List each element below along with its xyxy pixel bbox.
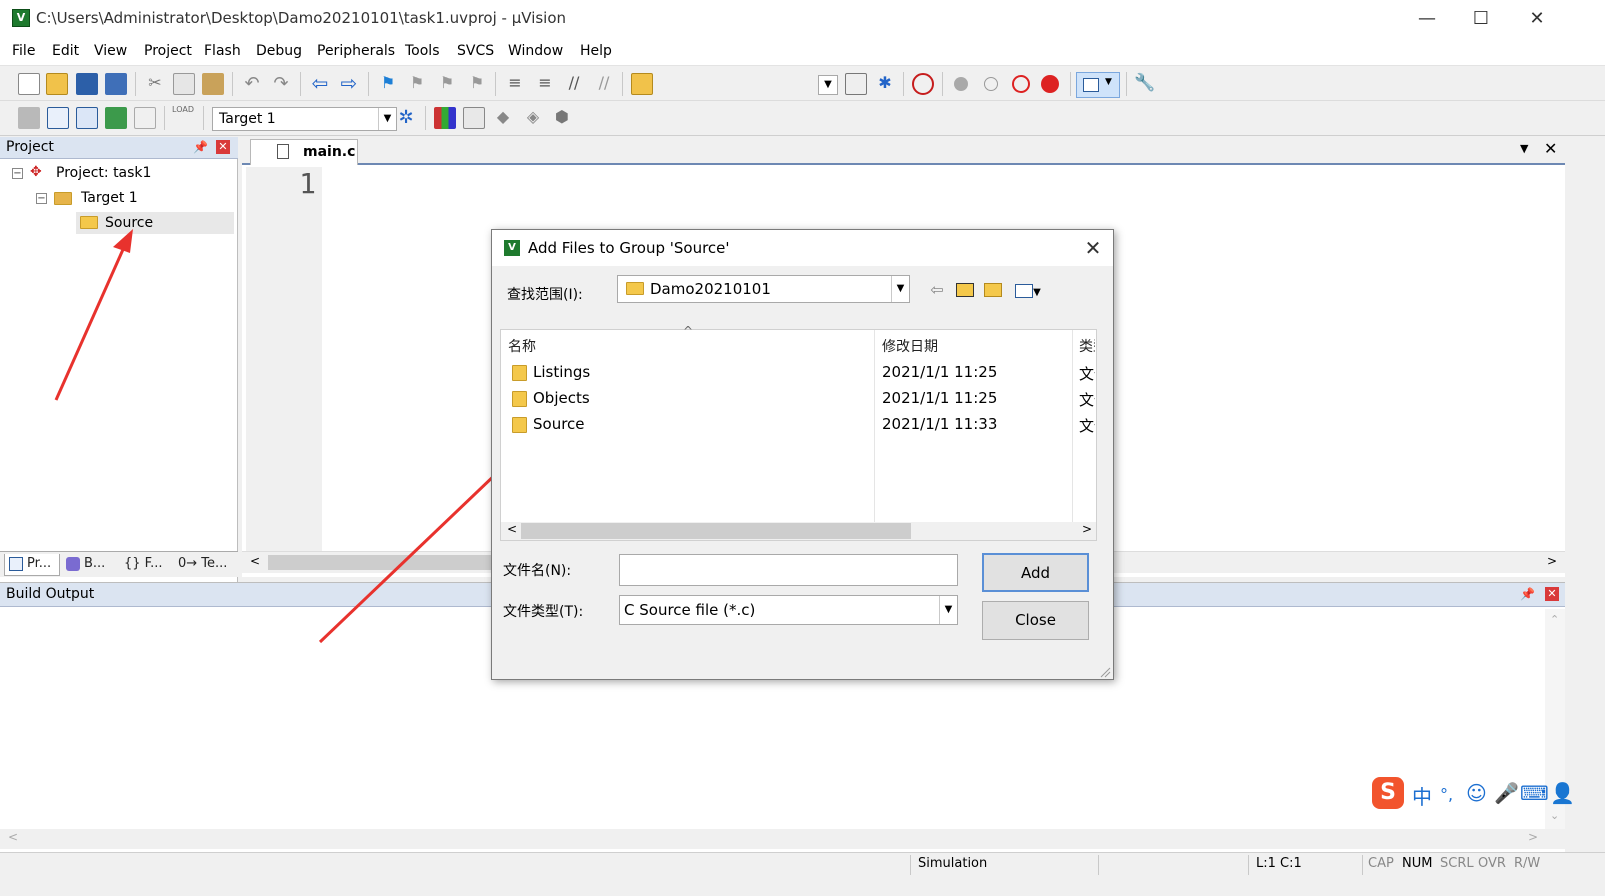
filename-label: 文件名(N): [503, 563, 572, 579]
chevron-down-icon: ▼ [891, 276, 909, 302]
dialog-title: Add Files to Group 'Source' [528, 239, 730, 257]
file-list-horizontal-scrollbar[interactable]: < > [501, 522, 1096, 540]
column-header-type[interactable]: 类型 [1079, 336, 1095, 356]
red-arrow-to-source-folder [318, 449, 522, 644]
scrollbar-thumb[interactable] [521, 523, 911, 539]
file-row[interactable]: Objects 2021/1/1 11:25 文件夹 [501, 386, 1095, 412]
filetype-select-value: C Source file (*.c) [624, 601, 756, 619]
resize-grip-icon[interactable] [1099, 666, 1111, 678]
folder-icon [512, 417, 527, 433]
filetype-label: 文件类型(T): [503, 604, 584, 620]
folder-icon [512, 391, 527, 407]
arrowhead [113, 229, 133, 253]
red-arrow-to-source-group [54, 244, 127, 401]
file-date: 2021/1/1 11:25 [882, 363, 998, 381]
column-header-date[interactable]: 修改日期 [882, 336, 938, 356]
file-row[interactable]: Listings 2021/1/1 11:25 文件夹 [501, 360, 1095, 386]
column-header-name[interactable]: 名称 [508, 336, 536, 356]
up-folder-icon[interactable] [954, 280, 976, 300]
close-dialog-button[interactable]: Close [982, 601, 1089, 640]
file-type: 文件夹 [1079, 365, 1095, 383]
scroll-right-icon[interactable]: > [1082, 522, 1092, 536]
dialog-title-bar: V Add Files to Group 'Source' ✕ [492, 230, 1113, 266]
file-type: 文件夹 [1079, 391, 1095, 409]
file-row[interactable]: Source 2021/1/1 11:33 文件夹 [501, 412, 1095, 438]
folder-icon [512, 365, 527, 381]
file-name: Source [533, 415, 585, 433]
file-list: ^ 名称 修改日期 类型 Listings 2021/1/1 11:25 文件夹… [500, 324, 1097, 541]
file-date: 2021/1/1 11:33 [882, 415, 998, 433]
folder-icon [626, 282, 644, 295]
dialog-close-button[interactable]: ✕ [1080, 235, 1106, 261]
view-menu-icon[interactable]: ▼ [1010, 280, 1046, 300]
file-date: 2021/1/1 11:25 [882, 389, 998, 407]
filetype-select[interactable]: C Source file (*.c) ▼ [619, 595, 958, 625]
file-name: Objects [533, 389, 590, 407]
lookin-select-value: Damo20210101 [650, 280, 771, 298]
chevron-down-icon: ▼ [939, 596, 957, 624]
new-folder-icon[interactable] [982, 280, 1004, 300]
lookin-label: 查找范围(I): [507, 287, 583, 303]
scroll-left-icon[interactable]: < [507, 522, 517, 536]
filename-input[interactable] [619, 554, 958, 586]
add-button[interactable]: Add [982, 553, 1089, 592]
file-type: 文件夹 [1079, 417, 1095, 435]
back-arrow-icon[interactable]: ⇦ [926, 280, 948, 300]
sort-ascending-icon: ^ [683, 324, 694, 338]
file-name: Listings [533, 363, 591, 381]
add-files-dialog: V Add Files to Group 'Source' ✕ 查找范围(I):… [491, 229, 1114, 680]
lookin-select[interactable]: Damo20210101 ▼ [617, 275, 910, 303]
uvision-app-icon: V [504, 240, 520, 256]
